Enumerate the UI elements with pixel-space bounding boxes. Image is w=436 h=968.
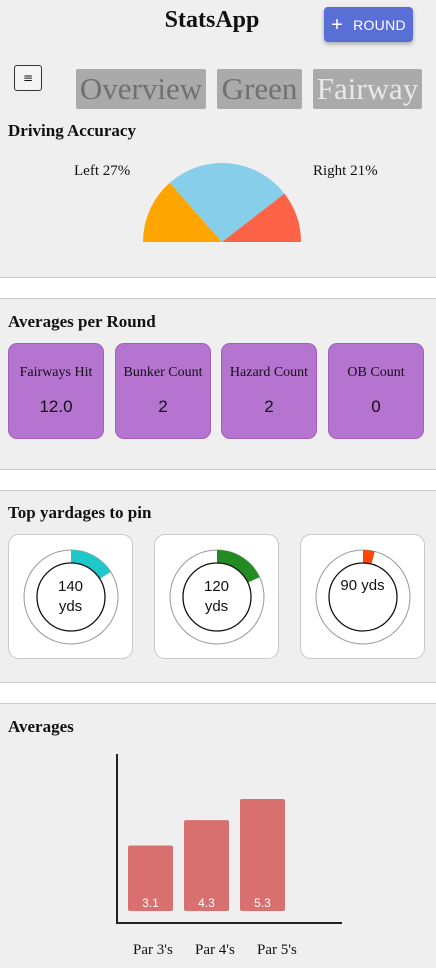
yardage-ring	[315, 549, 411, 645]
bar-value-label: 5.3	[254, 896, 271, 910]
stat-card-hazard-count: Hazard Count 2	[221, 343, 317, 439]
bar-value-label: 4.3	[198, 896, 215, 910]
driving-accuracy-chart	[143, 162, 301, 242]
yardage-value: 90 yds	[340, 577, 385, 594]
bar-value-label: 3.1	[142, 896, 159, 910]
stat-label: Hazard Count	[229, 365, 309, 380]
yardage-value: 120	[203, 578, 230, 595]
section-divider	[0, 682, 436, 704]
category-label: Par 5's	[257, 942, 297, 958]
stat-value: 0	[371, 397, 381, 416]
yardage-card: 120 yds	[154, 534, 279, 659]
stat-value: 2	[158, 397, 168, 416]
category-label: Par 4's	[195, 942, 235, 958]
stat-card-bunker-count: Bunker Count 2	[115, 343, 211, 439]
yardage-unit: yds	[58, 598, 83, 615]
yardage-value: 140	[57, 578, 84, 595]
yardage-unit: yds	[204, 598, 229, 615]
stat-card-ob-count: OB Count 0	[328, 343, 424, 439]
averages-title: Averages	[8, 717, 74, 736]
top-yardages-title: Top yardages to pin	[8, 503, 152, 522]
stat-value: 12.0	[39, 397, 73, 416]
stat-value: 2	[264, 397, 274, 416]
averages-per-round-title: Averages per Round	[8, 312, 156, 331]
stat-label: Fairways Hit	[19, 365, 93, 380]
averages-bar-chart: 3.1 4.3 5.3	[116, 754, 342, 924]
stat-label: OB Count	[347, 365, 405, 380]
category-label: Par 3's	[133, 942, 173, 958]
yardage-card: 90 yds	[300, 534, 425, 659]
section-divider	[0, 277, 436, 299]
yardage-card: 140 yds	[8, 534, 133, 659]
bar	[240, 799, 285, 911]
stat-card-fairways-hit: Fairways Hit 12.0	[8, 343, 104, 439]
section-divider	[0, 469, 436, 491]
stat-label: Bunker Count	[123, 365, 203, 380]
